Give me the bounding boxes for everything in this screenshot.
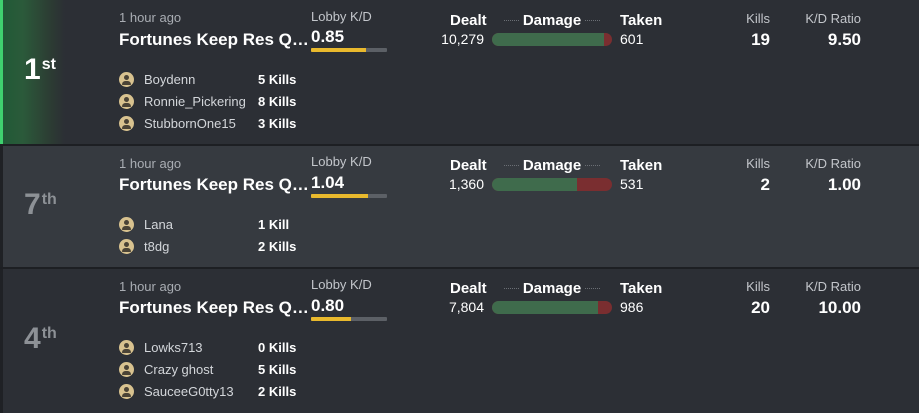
match-time: 1 hour ago: [119, 10, 182, 25]
kd-ratio-label: K/D Ratio: [805, 279, 861, 294]
match-row[interactable]: 1st 1 hour ago Fortunes Keep Res Quads L…: [0, 0, 919, 144]
match-title[interactable]: Fortunes Keep Res Quads: [119, 175, 311, 195]
dealt-value: 7,804: [448, 299, 484, 315]
match-time: 1 hour ago: [119, 156, 182, 171]
placement-number: 7th: [24, 188, 57, 221]
dealt-label: Dealt: [450, 280, 487, 297]
placement-number: 4th: [24, 322, 57, 355]
player-list: Boydenn 5 Kills Ronnie_Pickering 8 Kills S…: [119, 68, 296, 134]
avatar-icon: [119, 115, 134, 131]
taken-label: Taken: [620, 12, 663, 29]
player-row[interactable]: Crazy ghost 5 Kills: [119, 358, 296, 380]
player-name: Ronnie_Pickering: [144, 93, 246, 109]
player-row[interactable]: Lowks713 0 Kills: [119, 336, 296, 358]
player-list: Lana 1 Kill t8dg 2 Kills: [119, 213, 296, 257]
player-name: Lana: [144, 216, 173, 232]
player-row[interactable]: t8dg 2 Kills: [119, 235, 296, 257]
match-title[interactable]: Fortunes Keep Res Quads: [119, 30, 311, 50]
taken-value: 601: [620, 31, 644, 47]
player-kills: 5 Kills: [258, 361, 297, 377]
lobby-kd-bar: [311, 317, 387, 321]
match-row[interactable]: 4th 1 hour ago Fortunes Keep Res Quads L…: [0, 269, 919, 413]
kills-label: Kills: [746, 156, 770, 171]
kd-ratio-label: K/D Ratio: [805, 11, 861, 26]
lobby-kd-value: 0.85: [311, 27, 345, 46]
lobby-kd-bar: [311, 48, 387, 52]
kd-ratio-value: 10.00: [818, 298, 861, 317]
lobby-kd-label: Lobby K/D: [311, 154, 372, 169]
lobby-kd-label: Lobby K/D: [311, 277, 372, 292]
kd-ratio-label: K/D Ratio: [805, 156, 861, 171]
player-kills: 5 Kills: [258, 71, 297, 87]
taken-value: 531: [620, 176, 644, 192]
match-row[interactable]: 7th 1 hour ago Fortunes Keep Res Quads L…: [0, 146, 919, 267]
match-title[interactable]: Fortunes Keep Res Quads: [119, 298, 311, 318]
player-kills: 0 Kills: [258, 339, 297, 355]
player-kills: 3 Kills: [258, 115, 297, 131]
kills-value: 20: [751, 298, 770, 317]
avatar-icon: [119, 383, 134, 399]
placement-badge: 1st: [0, 0, 65, 144]
lobby-kd-bar: [311, 194, 387, 198]
player-name: Lowks713: [144, 339, 203, 355]
damage-bar: [492, 301, 612, 314]
kills-label: Kills: [746, 11, 770, 26]
placement-number: 1st: [24, 53, 56, 86]
player-name: StubbornOne15: [144, 115, 236, 131]
player-name: t8dg: [144, 238, 170, 254]
player-kills: 2 Kills: [258, 238, 297, 254]
match-time: 1 hour ago: [119, 279, 182, 294]
lobby-kd-value: 1.04: [311, 173, 345, 192]
dealt-value: 1,360: [448, 176, 484, 192]
player-row[interactable]: Boydenn 5 Kills: [119, 68, 296, 90]
damage-label: Damage: [500, 157, 604, 174]
lobby-kd-value: 0.80: [311, 296, 345, 315]
player-row[interactable]: StubbornOne15 3 Kills: [119, 112, 296, 134]
damage-label: Damage: [500, 280, 604, 297]
kd-ratio-value: 9.50: [827, 30, 861, 49]
player-kills: 1 Kill: [258, 216, 290, 232]
avatar-icon: [119, 93, 134, 109]
player-row[interactable]: Lana 1 Kill: [119, 213, 296, 235]
avatar-icon: [119, 71, 134, 87]
player-name: SauceeG0tty13: [144, 383, 234, 399]
player-name: Crazy ghost: [144, 361, 214, 377]
dealt-label: Dealt: [450, 12, 487, 29]
player-kills: 2 Kills: [258, 383, 297, 399]
player-row[interactable]: SauceeG0tty13 2 Kills: [119, 380, 296, 402]
dealt-label: Dealt: [450, 157, 487, 174]
player-kills: 8 Kills: [258, 93, 297, 109]
avatar-icon: [119, 216, 134, 232]
player-list: Lowks713 0 Kills Crazy ghost 5 Kills Sauce…: [119, 336, 296, 402]
lobby-kd-label: Lobby K/D: [311, 9, 372, 24]
kills-label: Kills: [746, 279, 770, 294]
taken-label: Taken: [620, 157, 663, 174]
kd-ratio-value: 1.00: [827, 175, 861, 194]
damage-bar: [492, 178, 612, 191]
avatar-icon: [119, 361, 134, 377]
damage-label: Damage: [500, 12, 604, 29]
placement-badge: 7th: [0, 146, 65, 267]
dealt-value: 10,279: [441, 31, 484, 47]
taken-label: Taken: [620, 280, 663, 297]
damage-bar: [492, 33, 612, 46]
player-name: Boydenn: [144, 71, 196, 87]
avatar-icon: [119, 238, 134, 254]
avatar-icon: [119, 339, 134, 355]
taken-value: 986: [620, 299, 644, 315]
kills-value: 19: [751, 30, 770, 49]
placement-badge: 4th: [0, 269, 65, 413]
kills-value: 2: [760, 175, 770, 194]
player-row[interactable]: Ronnie_Pickering 8 Kills: [119, 90, 296, 112]
